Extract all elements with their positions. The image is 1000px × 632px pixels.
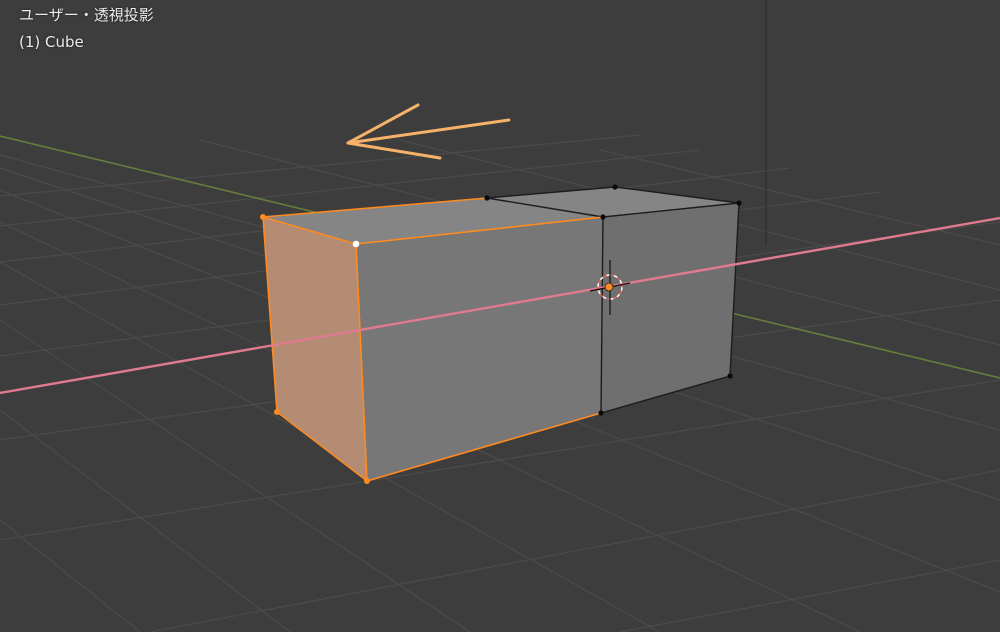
active-vertex[interactable] — [352, 240, 360, 248]
cube-front-face[interactable] — [356, 217, 603, 481]
active-object-label: (1) Cube — [19, 33, 84, 51]
object-origin — [604, 282, 614, 292]
3d-viewport[interactable] — [0, 0, 1000, 632]
cube-right-face[interactable] — [601, 203, 739, 413]
cube-selected-face[interactable] — [262, 215, 368, 483]
view-mode-label: ユーザー・透視投影 — [19, 6, 154, 24]
